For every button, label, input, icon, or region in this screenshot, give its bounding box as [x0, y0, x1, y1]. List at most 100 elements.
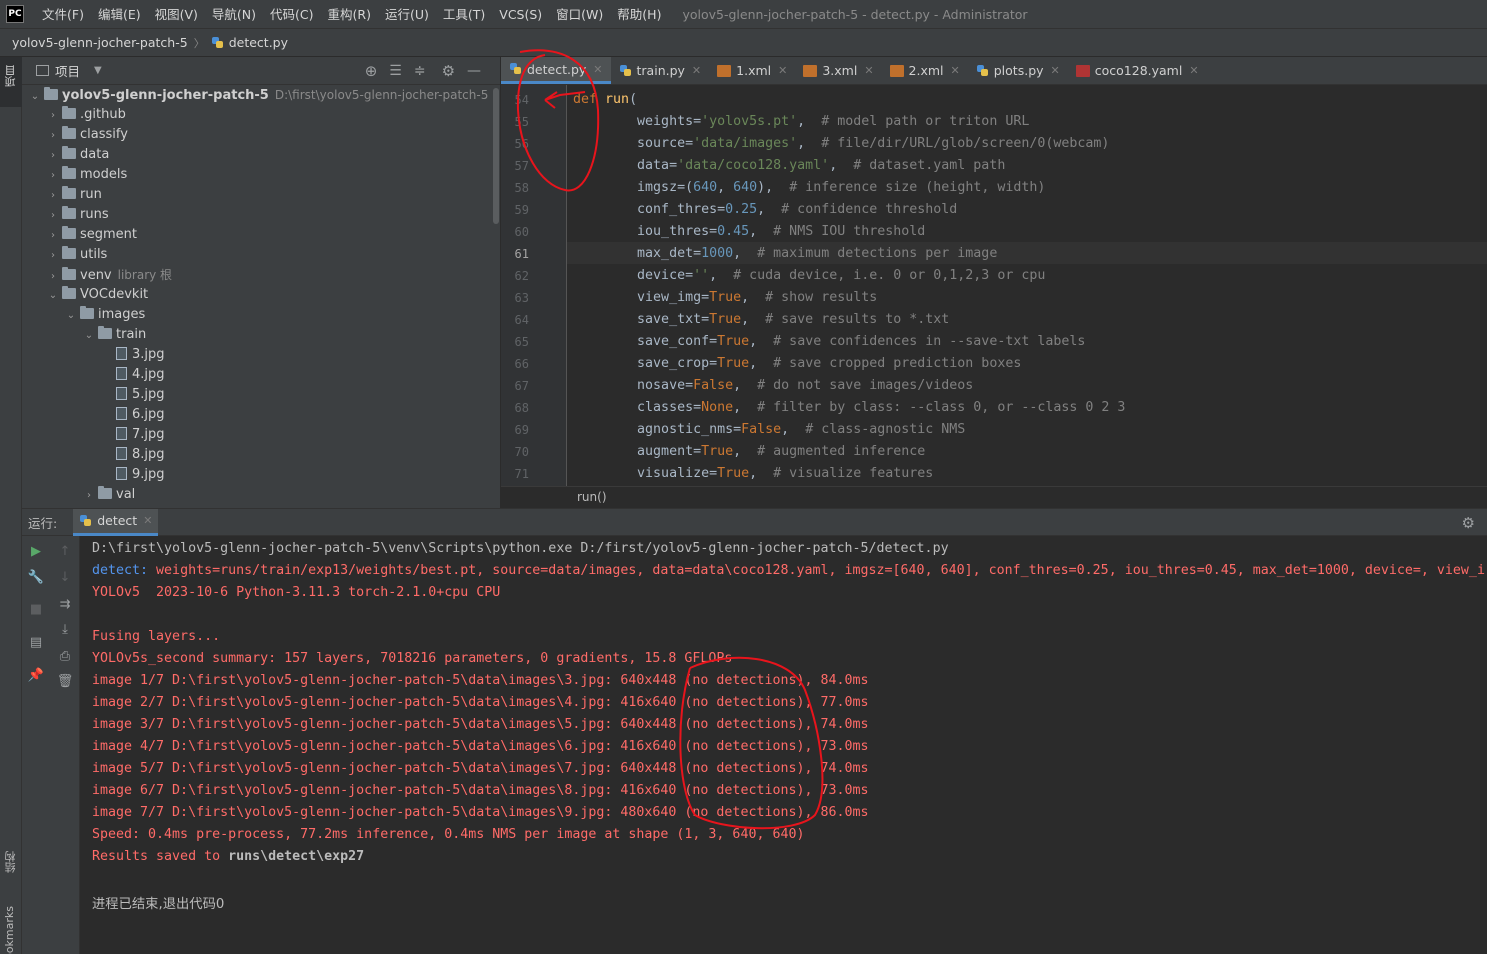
tree-folder-row[interactable]: › data: [46, 145, 109, 165]
chevron-right-icon[interactable]: ›: [46, 246, 60, 266]
chevron-right-icon[interactable]: ›: [46, 226, 60, 246]
tree-folder-row[interactable]: ⌄ train: [82, 325, 146, 345]
close-icon[interactable]: ✕: [692, 64, 701, 77]
chevron-right-icon[interactable]: ›: [46, 267, 60, 287]
chevron-down-icon[interactable]: ⌄: [64, 306, 78, 326]
tree-folder-row[interactable]: › utils: [46, 245, 107, 265]
tab-label: 3.xml: [822, 63, 858, 78]
code-line: weights='yolov5s.pt', # model path or tr…: [573, 114, 1029, 129]
close-icon[interactable]: ✕: [593, 63, 602, 76]
code-editor[interactable]: def run( weights='yolov5s.pt', # model p…: [567, 85, 1487, 486]
close-icon[interactable]: ✕: [951, 64, 960, 77]
close-icon[interactable]: ✕: [864, 64, 873, 77]
chevron-down-icon[interactable]: ⌄: [28, 87, 42, 107]
tree-file-row[interactable]: 7.jpg: [100, 425, 165, 445]
tree-item-label: 6.jpg: [132, 407, 165, 422]
structure-tool-button[interactable]: 结构: [0, 847, 22, 897]
tree-folder-row[interactable]: › segment: [46, 225, 137, 245]
expand-all-icon[interactable]: ☰: [389, 63, 402, 79]
tree-folder-row[interactable]: › models: [46, 165, 127, 185]
tab-3-xml[interactable]: 3.xml ✕: [795, 57, 881, 84]
menu-item[interactable]: 视图(V): [148, 0, 205, 29]
console-line: Results saved to runs\detect\exp27: [92, 849, 364, 864]
breadcrumb-project[interactable]: yolov5-glenn-jocher-patch-5: [12, 35, 188, 50]
arrow-down-icon[interactable]: ↓: [57, 569, 73, 585]
soft-wrap-icon[interactable]: ⇉: [57, 596, 73, 612]
project-scrollbar[interactable]: [493, 88, 499, 224]
console-line: D:\first\yolov5-glenn-jocher-patch-5\ven…: [92, 541, 949, 556]
menu-item[interactable]: 帮助(H): [610, 0, 668, 29]
tree-file-row[interactable]: 6.jpg: [100, 405, 165, 425]
tab-train-py[interactable]: train.py ✕: [611, 57, 710, 84]
tree-folder-row[interactable]: › val: [82, 485, 135, 505]
chevron-down-icon[interactable]: ⌄: [46, 286, 60, 306]
function-breadcrumb[interactable]: run(): [577, 490, 607, 504]
close-icon[interactable]: ✕: [778, 64, 787, 77]
print-icon[interactable]: ⎙: [57, 648, 73, 664]
chevron-right-icon[interactable]: ›: [46, 206, 60, 226]
stop-icon[interactable]: ■: [28, 601, 44, 617]
menu-item[interactable]: 工具(T): [436, 0, 492, 29]
trash-icon[interactable]: 🗑: [57, 673, 74, 689]
menu-item[interactable]: 窗口(W): [549, 0, 610, 29]
code-token: save_conf=: [573, 334, 718, 349]
scroll-to-end-icon[interactable]: ⤓: [57, 621, 73, 637]
tree-folder-row[interactable]: ⌄ yolov5-glenn-jocher-patch-5 D:\first\yol…: [28, 85, 488, 105]
gear-icon[interactable]: ⚙: [1462, 514, 1475, 532]
tree-folder-row[interactable]: ⌄ images: [64, 305, 145, 325]
menu-item[interactable]: 重构(R): [321, 0, 378, 29]
bookmarks-tool-button[interactable]: Bookmarks: [0, 902, 22, 954]
project-tree: ⌄ yolov5-glenn-jocher-patch-5 D:\first\yol…: [22, 85, 500, 508]
arrow-up-icon[interactable]: ↑: [57, 543, 73, 559]
menu-item[interactable]: 编辑(E): [91, 0, 148, 29]
project-tool-button[interactable]: 项目: [0, 57, 22, 107]
chevron-right-icon[interactable]: ›: [46, 166, 60, 186]
chevron-down-icon[interactable]: ▼: [94, 65, 102, 76]
code-token: classes=: [573, 400, 702, 415]
hide-panel-icon[interactable]: —: [467, 63, 481, 79]
locate-icon[interactable]: ⊕: [365, 62, 378, 80]
tree-folder-row[interactable]: ⌄ VOCdevkit: [46, 285, 148, 305]
chevron-right-icon[interactable]: ›: [46, 186, 60, 206]
tab-2-xml[interactable]: 2.xml ✕: [882, 57, 968, 84]
tree-file-row[interactable]: 5.jpg: [100, 385, 165, 405]
menu-item[interactable]: 文件(F): [35, 0, 91, 29]
menu-item[interactable]: 运行(U): [378, 0, 436, 29]
pin-icon[interactable]: 📌: [28, 667, 44, 683]
menu-item[interactable]: VCS(S): [492, 0, 549, 29]
tab-detect-py[interactable]: detect.py ✕: [501, 57, 611, 84]
breadcrumb-file[interactable]: detect.py: [229, 35, 288, 50]
chevron-right-icon[interactable]: ›: [82, 486, 96, 506]
gear-icon[interactable]: ⚙: [442, 62, 455, 80]
menu-item[interactable]: 导航(N): [205, 0, 263, 29]
tree-file-row[interactable]: 3.jpg: [100, 345, 165, 365]
tree-folder-row[interactable]: › run: [46, 185, 102, 205]
close-icon[interactable]: ✕: [1051, 64, 1060, 77]
tree-folder-row[interactable]: › classify: [46, 125, 128, 145]
chevron-down-icon[interactable]: ⌄: [82, 326, 96, 346]
collapse-all-icon[interactable]: ≑: [414, 63, 426, 79]
tree-item-label: train: [116, 327, 147, 342]
close-icon[interactable]: ✕: [1189, 64, 1198, 77]
run-console[interactable]: D:\first\yolov5-glenn-jocher-patch-5\ven…: [80, 536, 1487, 954]
tree-file-row[interactable]: 8.jpg: [100, 445, 165, 465]
chevron-right-icon[interactable]: ›: [46, 146, 60, 166]
xml-file-icon: [803, 64, 818, 77]
layout-icon[interactable]: ▤: [28, 634, 44, 650]
menu-item[interactable]: 代码(C): [263, 0, 320, 29]
tree-file-row[interactable]: 4.jpg: [100, 365, 165, 385]
chevron-right-icon[interactable]: ›: [46, 106, 60, 126]
tree-folder-row[interactable]: › runs: [46, 205, 109, 225]
code-token: source=: [573, 136, 694, 151]
close-icon[interactable]: ✕: [143, 514, 152, 527]
run-tab-detect[interactable]: detect ✕: [73, 508, 159, 536]
tree-folder-row[interactable]: › venv library 根: [46, 265, 172, 285]
wrench-icon[interactable]: 🔧: [28, 569, 44, 585]
tree-folder-row[interactable]: › .github: [46, 105, 126, 125]
tab-plots-py[interactable]: plots.py ✕: [968, 57, 1068, 84]
rerun-icon[interactable]: ▶: [28, 543, 44, 559]
chevron-right-icon[interactable]: ›: [46, 126, 60, 146]
tree-file-row[interactable]: 9.jpg: [100, 465, 165, 485]
tab-coco128-yaml[interactable]: coco128.yaml ✕: [1068, 57, 1207, 84]
tab-1-xml[interactable]: 1.xml ✕: [709, 57, 795, 84]
